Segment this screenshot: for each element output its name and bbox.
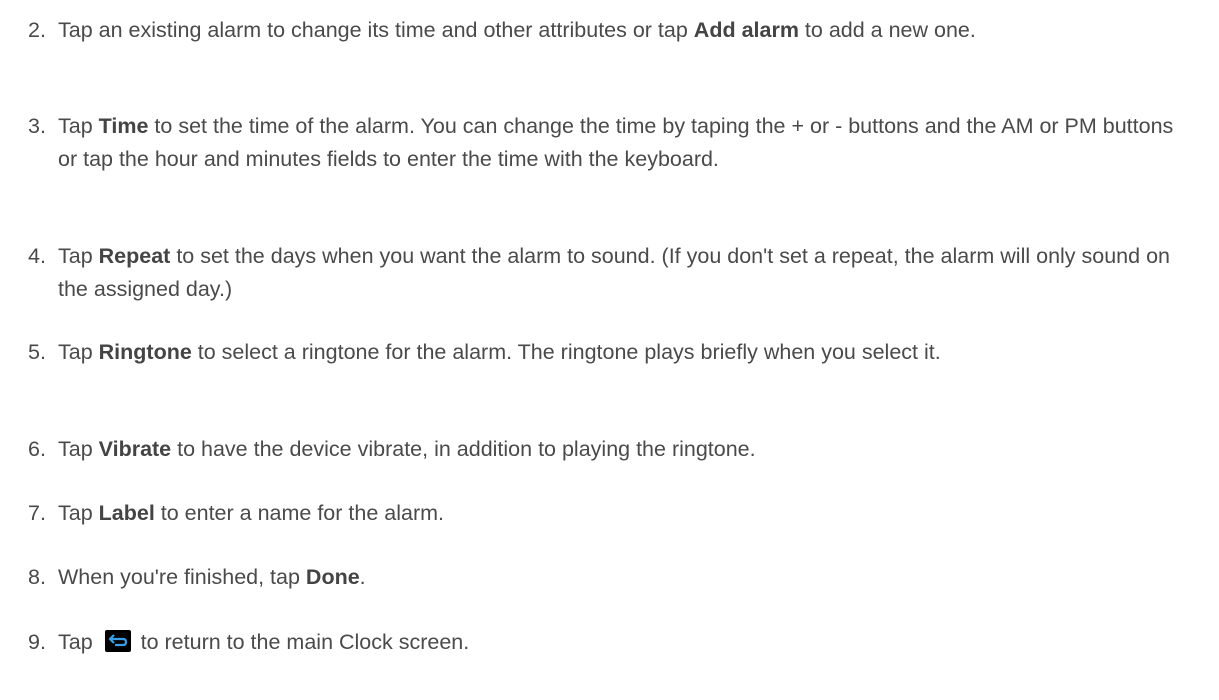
- step-text: Tap an existing alarm to change its time…: [58, 18, 976, 42]
- ui-term: Time: [98, 114, 149, 138]
- step-number: 9.: [28, 630, 46, 654]
- step-text: Tap Repeat to set the days when you want…: [58, 244, 1170, 301]
- step-item: 6. Tap Vibrate to have the device vibrat…: [28, 433, 1198, 466]
- step-item: 5. Tap Ringtone to select a ringtone for…: [28, 336, 1198, 369]
- ui-term: Repeat: [98, 244, 171, 268]
- ui-term: Add alarm: [693, 18, 799, 42]
- step-item: 8. When you're finished, tap Done.: [28, 561, 1198, 594]
- step-item: 9. Tap to return to the main Clock scree…: [28, 626, 1198, 659]
- step-number: 2.: [28, 18, 46, 42]
- ui-term: Ringtone: [98, 340, 192, 364]
- step-number: 5.: [28, 340, 46, 364]
- step-item: 2. Tap an existing alarm to change its t…: [28, 14, 1198, 47]
- instruction-page: 2. Tap an existing alarm to change its t…: [0, 0, 1219, 700]
- ui-term: Done: [305, 565, 360, 589]
- back-icon: [104, 630, 131, 652]
- ui-term: Label: [98, 501, 155, 525]
- step-text: Tap to return to the main Clock screen.: [58, 630, 470, 654]
- step-text: Tap Vibrate to have the device vibrate, …: [58, 437, 756, 461]
- step-item: 3. Tap Time to set the time of the alarm…: [28, 110, 1198, 176]
- step-text: Tap Time to set the time of the alarm. Y…: [58, 114, 1174, 171]
- step-number: 6.: [28, 437, 46, 461]
- step-number: 8.: [28, 565, 46, 589]
- step-item: 7. Tap Label to enter a name for the ala…: [28, 497, 1198, 530]
- step-text: When you're finished, tap Done.: [58, 565, 366, 589]
- step-text: Tap Label to enter a name for the alarm.: [58, 501, 444, 525]
- step-number: 4.: [28, 244, 46, 268]
- step-number: 7.: [28, 501, 46, 525]
- ui-term: Vibrate: [98, 437, 172, 461]
- step-item: 4. Tap Repeat to set the days when you w…: [28, 240, 1198, 306]
- step-number: 3.: [28, 114, 46, 138]
- step-text: Tap Ringtone to select a ringtone for th…: [58, 340, 941, 364]
